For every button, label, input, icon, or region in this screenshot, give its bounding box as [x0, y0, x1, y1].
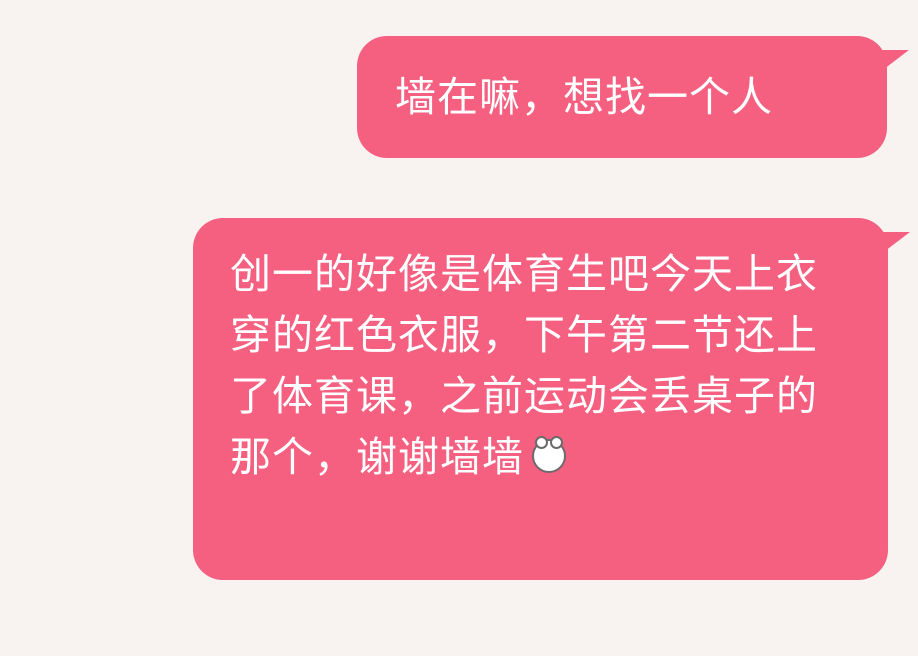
bubble-tail: [875, 50, 909, 76]
message-bubble-outgoing[interactable]: 创一的好像是体育生吧今天上衣穿的红色衣服，下午第二节还上了体育课，之前运动会丢桌…: [193, 218, 910, 580]
message-bubble-outgoing[interactable]: 墙在嘛，想找一个人: [357, 36, 909, 158]
message-text: 墙在嘛，想找一个人: [395, 73, 773, 121]
chat-view: 墙在嘛，想找一个人 创一的好像是体育生吧今天上衣穿的红色衣服，下午第二节还上了体…: [0, 0, 918, 656]
message-text: 创一的好像是体育生吧今天上衣穿的红色衣服，下午第二节还上了体育课，之前运动会丢桌…: [230, 250, 818, 481]
message-content: 创一的好像是体育生吧今天上衣穿的红色衣服，下午第二节还上了体育课，之前运动会丢桌…: [230, 244, 850, 488]
panda-face-icon: [532, 436, 566, 473]
bubble-tail: [876, 232, 910, 258]
